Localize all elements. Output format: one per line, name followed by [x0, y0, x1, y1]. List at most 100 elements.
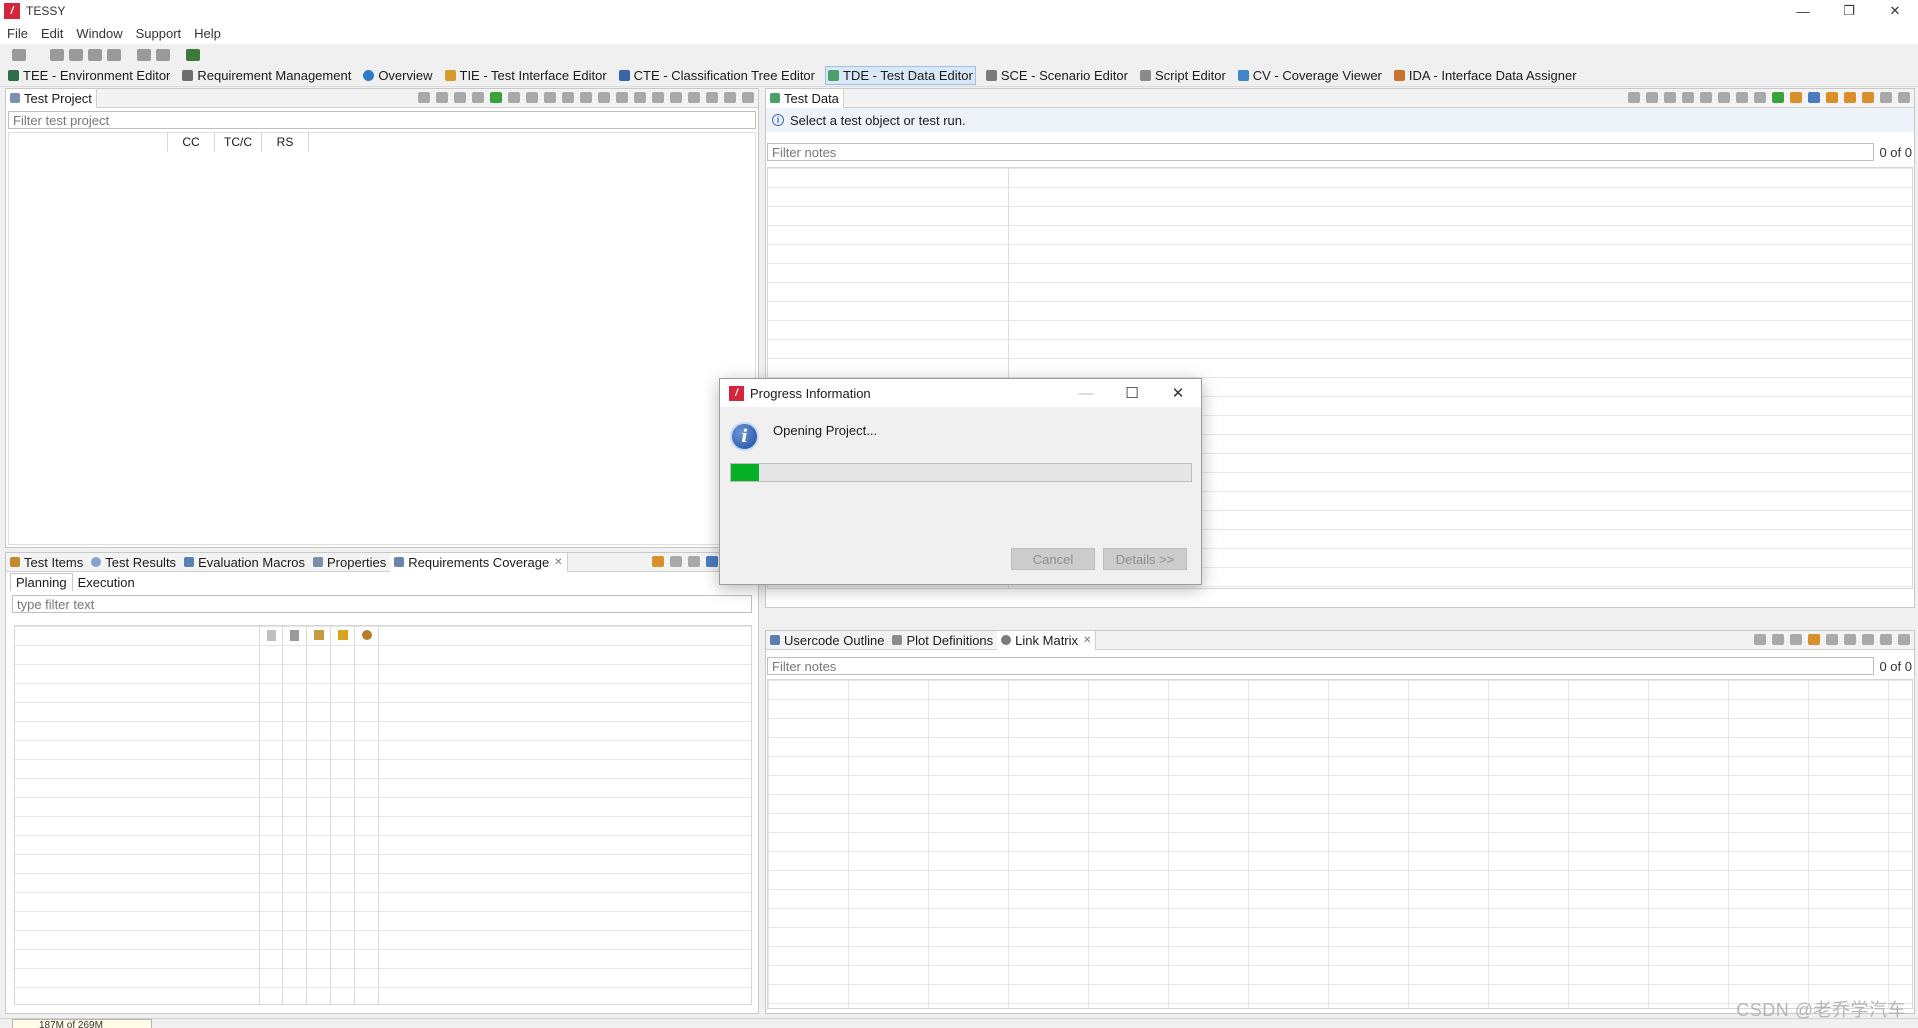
link-add-icon[interactable]	[1790, 634, 1802, 645]
menu-help[interactable]: Help	[194, 26, 221, 41]
refresh-coverage-icon[interactable]	[706, 556, 718, 567]
filter-icon[interactable]	[688, 92, 700, 103]
minimize-view-icon[interactable]	[724, 92, 736, 103]
minimize-button[interactable]: —	[1780, 0, 1826, 22]
menu-window[interactable]: Window	[76, 26, 122, 41]
analyze-icon[interactable]	[526, 92, 538, 103]
report-dropdown-icon[interactable]	[634, 92, 646, 103]
sync-icon[interactable]	[688, 556, 700, 567]
collapse-all-icon[interactable]	[1754, 92, 1766, 103]
dialog-minimize-icon[interactable]: —	[1063, 379, 1109, 407]
coverage-col-icon-4[interactable]	[331, 626, 355, 1004]
maximize-view-icon[interactable]	[1898, 634, 1910, 645]
analyze-dropdown-icon[interactable]	[544, 92, 556, 103]
fill-icon[interactable]	[1700, 92, 1712, 103]
report-icon[interactable]	[580, 92, 592, 103]
dialog-maximize-icon[interactable]: ☐	[1109, 379, 1155, 407]
save-icon[interactable]	[12, 48, 26, 61]
perspective-cte[interactable]: CTE - Classification Tree Editor	[617, 67, 817, 84]
export-icon[interactable]	[436, 92, 448, 103]
close-tab-icon[interactable]: ✕	[554, 557, 562, 568]
matrix-settings-icon[interactable]	[1754, 634, 1766, 645]
pin-icon[interactable]	[670, 556, 682, 567]
perspective-script-editor[interactable]: Script Editor	[1138, 67, 1228, 84]
tab-requirements-coverage[interactable]: Requirements Coverage ✕	[390, 552, 568, 572]
save-report-icon[interactable]	[616, 92, 628, 103]
append-icon[interactable]	[1682, 92, 1694, 103]
menu-support[interactable]: Support	[136, 26, 182, 41]
module-icon[interactable]	[562, 92, 574, 103]
new-icon[interactable]	[50, 48, 64, 61]
tab-plot-definitions[interactable]: Plot Definitions	[888, 631, 997, 650]
tab-test-data[interactable]: Test Data	[766, 88, 844, 108]
link-matrix-notes-filter[interactable]	[767, 657, 1874, 675]
tab-test-items[interactable]: Test Items	[6, 553, 87, 572]
delete-icon[interactable]	[107, 48, 121, 61]
refresh-icon[interactable]	[472, 92, 484, 103]
details-button[interactable]: Details >>	[1103, 548, 1187, 570]
view-menu-icon[interactable]	[1862, 634, 1874, 645]
perspective-sce[interactable]: SCE - Scenario Editor	[984, 67, 1130, 84]
move-up-icon[interactable]	[1628, 92, 1640, 103]
table-view-icon[interactable]	[1772, 92, 1784, 103]
test-data-notes-filter[interactable]	[767, 143, 1874, 161]
cancel-button[interactable]: Cancel	[1011, 548, 1095, 570]
menu-edit[interactable]: Edit	[41, 26, 63, 41]
move-down-icon[interactable]	[1646, 92, 1658, 103]
menu-file[interactable]: File	[7, 26, 28, 41]
value-set-icon[interactable]	[1844, 92, 1856, 103]
coverage-col-icon-1[interactable]	[259, 626, 283, 1004]
tab-evaluation-macros[interactable]: Evaluation Macros	[180, 553, 309, 572]
copy-icon[interactable]	[69, 48, 83, 61]
perspective-overview[interactable]: Overview	[361, 67, 434, 84]
close-tab-icon[interactable]: ✕	[1083, 635, 1091, 646]
subtab-planning[interactable]: Planning	[10, 573, 73, 591]
remove-link-icon[interactable]	[1826, 634, 1838, 645]
paste-icon[interactable]	[88, 48, 102, 61]
insert-icon[interactable]	[1664, 92, 1676, 103]
perspective-cv[interactable]: CV - Coverage Viewer	[1236, 67, 1384, 84]
tab-link-matrix[interactable]: Link Matrix ✕	[997, 630, 1097, 650]
edit-icon[interactable]	[454, 92, 466, 103]
maximize-view-icon[interactable]	[1898, 92, 1910, 103]
column-cc[interactable]: CC	[167, 132, 215, 152]
perspective-ida[interactable]: IDA - Interface Data Assigner	[1392, 67, 1579, 84]
view-menu-icon[interactable]	[1880, 92, 1892, 103]
maximize-view-icon[interactable]	[742, 92, 754, 103]
perspective-requirement-management[interactable]: Requirement Management	[180, 67, 353, 84]
coverage-col-icon-3[interactable]	[307, 626, 331, 1004]
warning-icon[interactable]	[652, 556, 664, 567]
redo-icon[interactable]	[156, 48, 170, 61]
tab-test-project[interactable]: Test Project	[6, 88, 97, 108]
collapse-icon[interactable]	[652, 92, 664, 103]
coverage-col-icon-5[interactable]	[355, 626, 379, 1004]
dialog-close-icon[interactable]: ✕	[1155, 379, 1201, 407]
settings-icon[interactable]	[1862, 92, 1874, 103]
delete-link-icon[interactable]	[1844, 634, 1856, 645]
tab-test-results[interactable]: Test Results	[87, 553, 180, 572]
run-icon[interactable]	[490, 92, 502, 103]
minimize-view-icon[interactable]	[1880, 634, 1892, 645]
subtab-execution[interactable]: Execution	[73, 573, 140, 591]
expand-icon[interactable]	[1736, 92, 1748, 103]
coverage-filter-input[interactable]	[12, 595, 752, 613]
perspective-tie[interactable]: TIE - Test Interface Editor	[443, 67, 609, 84]
coverage-col-icon-2[interactable]	[283, 626, 307, 1004]
view-menu-icon[interactable]	[706, 92, 718, 103]
search-icon[interactable]	[1772, 634, 1784, 645]
link-icon[interactable]	[670, 92, 682, 103]
perspective-tee[interactable]: TEE - Environment Editor	[6, 67, 172, 84]
clear-icon[interactable]	[1718, 92, 1730, 103]
run-dropdown-icon[interactable]	[508, 92, 520, 103]
highlight-icon[interactable]	[1790, 92, 1802, 103]
print-icon[interactable]	[598, 92, 610, 103]
grid-view-icon[interactable]	[1808, 92, 1820, 103]
tab-usercode-outline[interactable]: Usercode Outline	[766, 631, 888, 650]
column-tcc[interactable]: TC/C	[214, 132, 262, 152]
import-icon[interactable]	[418, 92, 430, 103]
undo-icon[interactable]	[137, 48, 151, 61]
memory-indicator[interactable]: 187M of 269M	[12, 1019, 152, 1028]
restore-button[interactable]: ❐	[1826, 0, 1872, 22]
tab-properties[interactable]: Properties	[309, 553, 390, 572]
value-icon[interactable]	[1826, 92, 1838, 103]
